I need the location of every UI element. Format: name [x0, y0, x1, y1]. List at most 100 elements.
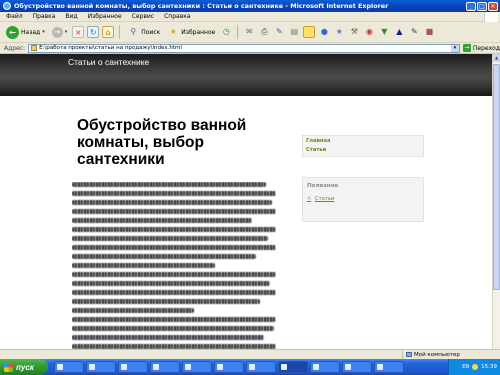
chevron-down-icon[interactable]: ▾ — [450, 44, 459, 52]
favorites-button[interactable]: ★ Избранное — [165, 26, 217, 38]
stop-icon[interactable]: × — [72, 26, 85, 38]
translate-icon[interactable]: ▲ — [393, 26, 405, 38]
taskbar-item[interactable] — [54, 361, 84, 373]
article-body-blurred — [72, 182, 276, 359]
useful-link-articles[interactable]: ✕ Статьи — [307, 196, 419, 202]
article-title: Обустройство ванной комнаты, выбор санте… — [77, 117, 247, 168]
address-label: Адрес: — [4, 44, 26, 52]
menu-favorites[interactable]: Избранное — [88, 13, 122, 20]
tray-icon[interactable] — [472, 364, 479, 370]
clock: 15:39 — [481, 364, 497, 370]
address-value[interactable]: E:\работа проекты\статьи на продажу\inde… — [39, 45, 451, 51]
system-tray: EN 15:39 — [448, 359, 500, 375]
scroll-up-icon[interactable]: ▲ — [493, 54, 500, 62]
windows-logo-icon — [484, 12, 498, 22]
extension-icon[interactable]: ■ — [423, 26, 435, 38]
security-zone: Мой компьютер — [402, 350, 500, 359]
app-icon — [249, 364, 255, 370]
favorites-label: Избранное — [181, 28, 216, 36]
start-button[interactable]: пуск — [0, 359, 48, 375]
useful-link-label: Статьи — [315, 196, 335, 202]
extra-tool-icon[interactable]: ✎ — [408, 26, 420, 38]
back-arrow-icon: ← — [6, 25, 19, 39]
search-label: Поиск — [141, 28, 161, 36]
history-icon[interactable]: ◷ — [220, 26, 232, 38]
windows-flag-icon — [4, 362, 13, 372]
refresh-icon[interactable]: ↻ — [87, 26, 100, 38]
mail-icon[interactable]: ✉ — [243, 26, 255, 38]
start-label: пуск — [16, 362, 34, 372]
window-title: Обустройство ванной комнаты, выбор санте… — [14, 2, 389, 10]
star-icon: ★ — [169, 27, 177, 36]
menu-help[interactable]: Справка — [164, 13, 190, 20]
go-label: Переход — [472, 44, 500, 52]
site-banner: Статьи о сантехнике — [0, 54, 492, 96]
computer-icon — [406, 352, 412, 357]
taskbar-item[interactable] — [182, 361, 212, 373]
folder-icon[interactable] — [303, 26, 316, 38]
taskbar-item[interactable] — [310, 361, 340, 373]
forward-arrow-icon: → — [51, 26, 63, 38]
window-title-bar: Обустройство ванной комнаты, выбор санте… — [0, 0, 500, 12]
nav-link-home[interactable]: Главная — [306, 137, 420, 146]
chevron-down-icon: ▾ — [42, 29, 45, 35]
bullet-x-icon: ✕ — [307, 195, 312, 202]
nav-link-articles[interactable]: Статьи — [306, 146, 420, 155]
print-icon[interactable]: ⎙ — [258, 26, 270, 38]
taskbar-item[interactable] — [374, 361, 404, 373]
menu-view[interactable]: Вид — [65, 13, 77, 20]
menu-file[interactable]: Файл — [6, 13, 23, 20]
download-icon[interactable]: ▼ — [378, 26, 390, 38]
page-viewport: Статьи о сантехнике Обустройство ванной … — [0, 54, 492, 359]
minimize-button[interactable]: _ — [466, 1, 476, 11]
back-button[interactable]: ← Назад ▾ — [4, 25, 47, 39]
taskbar-item[interactable] — [150, 361, 180, 373]
plugin-icon[interactable]: ◉ — [363, 26, 375, 38]
language-indicator[interactable]: EN — [462, 364, 469, 370]
taskbar-item[interactable] — [342, 361, 372, 373]
status-bar: Мой компьютер — [0, 349, 500, 359]
discuss-icon[interactable]: ▤ — [288, 26, 300, 38]
home-icon[interactable]: ⌂ — [102, 26, 115, 38]
app-icon — [185, 364, 191, 370]
tools-icon[interactable]: ⚒ — [348, 26, 360, 38]
maximize-button[interactable]: □ — [477, 1, 487, 11]
scroll-thumb[interactable] — [493, 64, 500, 290]
toolbar: ← Назад ▾ → ▾ × ↻ ⌂ ⚲ Поиск ★ Избранное … — [0, 22, 500, 43]
app-icon — [89, 364, 95, 370]
go-button[interactable]: → Переход — [462, 44, 500, 52]
toolbar-separator — [119, 25, 121, 39]
address-bar: Адрес: E:\работа проекты\статьи на прода… — [0, 43, 500, 54]
taskbar-item[interactable] — [214, 361, 244, 373]
research-icon[interactable]: ★ — [333, 26, 345, 38]
taskbar: пуск EN 15:39 — [0, 359, 500, 375]
forward-button[interactable]: → ▾ — [50, 26, 70, 38]
search-icon: ⚲ — [130, 27, 137, 36]
app-icon — [313, 364, 319, 370]
useful-box: Полезное ✕ Статьи — [302, 177, 424, 222]
app-icon — [377, 364, 383, 370]
taskbar-item[interactable] — [246, 361, 276, 373]
useful-title: Полезное — [307, 183, 339, 189]
app-icon — [121, 364, 127, 370]
close-button[interactable]: × — [488, 1, 498, 11]
vertical-scrollbar[interactable]: ▲ ▼ — [492, 54, 500, 359]
app-icon — [281, 364, 287, 370]
address-input[interactable]: E:\работа проекты\статьи на продажу\inde… — [28, 43, 460, 53]
taskbar-item[interactable] — [86, 361, 116, 373]
taskbar-item-active[interactable] — [278, 361, 308, 373]
go-arrow-icon: → — [462, 44, 471, 52]
messenger-icon[interactable]: ● — [318, 26, 330, 38]
menu-tools[interactable]: Сервис — [132, 13, 154, 20]
search-button[interactable]: ⚲ Поиск — [125, 26, 162, 38]
nav-box: Главная Статьи — [302, 135, 424, 157]
taskbar-tasks — [48, 361, 448, 373]
edit-icon[interactable]: ✎ — [273, 26, 285, 38]
site-title[interactable]: Статьи о сантехнике — [68, 57, 149, 67]
toolbar-separator — [237, 25, 239, 39]
taskbar-item[interactable] — [118, 361, 148, 373]
menu-edit[interactable]: Правка — [33, 13, 56, 20]
app-icon — [57, 364, 63, 370]
zone-label: Мой компьютер — [414, 351, 460, 358]
page-icon — [31, 45, 38, 51]
